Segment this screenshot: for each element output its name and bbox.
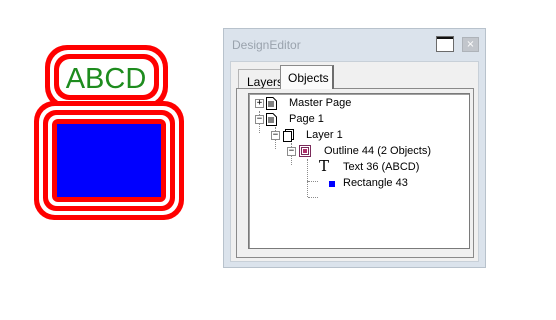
outlined-text-group[interactable]: ABCD xyxy=(45,45,168,109)
window-title: DesignEditor xyxy=(232,38,301,52)
collapse-icon[interactable]: − xyxy=(255,115,264,124)
tree-item-label[interactable]: Rectangle 43 xyxy=(343,175,408,191)
tree-item-outline-44[interactable]: − Outline 44 (2 Objects) xyxy=(249,143,469,159)
tree-item-label[interactable]: Text 36 (ABCD) xyxy=(343,159,419,175)
rectangle-icon xyxy=(329,181,335,187)
tree-item-master-page[interactable]: + Master Page xyxy=(249,95,469,111)
object-tree[interactable]: + Master Page − Page 1 − Layer 1 − Outli… xyxy=(248,93,470,249)
tree-item-label[interactable]: Page 1 xyxy=(289,111,324,127)
tab-objects[interactable]: Objects xyxy=(280,65,334,89)
tree-item-label[interactable]: Master Page xyxy=(289,95,351,111)
page-icon xyxy=(266,113,277,126)
collapse-icon[interactable]: − xyxy=(287,147,296,156)
tree-item-page-1[interactable]: − Page 1 xyxy=(249,111,469,127)
tree-connector xyxy=(308,197,318,198)
tree-item-layer-1[interactable]: − Layer 1 xyxy=(249,127,469,143)
title-bar[interactable]: DesignEditor × xyxy=(224,29,485,59)
page-icon xyxy=(266,97,277,110)
artwork-blue-rectangle[interactable] xyxy=(57,124,161,197)
outlined-rectangle-group[interactable] xyxy=(34,101,184,220)
maximize-button[interactable] xyxy=(436,36,454,52)
tree-item-rectangle-43[interactable]: Rectangle 43 xyxy=(249,175,469,191)
text-tool-icon: T xyxy=(319,157,330,175)
close-button[interactable]: × xyxy=(462,37,479,52)
tree-item-text-36[interactable]: T Text 36 (ABCD) xyxy=(249,157,469,175)
objects-tab-panel: + Master Page − Page 1 − Layer 1 − Outli… xyxy=(236,88,474,258)
tab-layers[interactable]: Layers xyxy=(238,69,283,89)
design-editor-window: DesignEditor × Layers Objects + Master P… xyxy=(223,28,486,268)
expand-icon[interactable]: + xyxy=(255,99,264,108)
artwork-text-abcd[interactable]: ABCD xyxy=(66,63,147,95)
canvas-artwork[interactable]: ABCD xyxy=(0,0,200,240)
panel-client-area: Layers Objects + Master Page − Page 1 − … xyxy=(230,61,479,262)
layer-icon xyxy=(283,129,294,142)
outline-group-icon xyxy=(299,145,311,157)
collapse-icon[interactable]: − xyxy=(271,131,280,140)
tree-item-label[interactable]: Outline 44 (2 Objects) xyxy=(324,143,431,159)
tree-item-label[interactable]: Layer 1 xyxy=(306,127,343,143)
